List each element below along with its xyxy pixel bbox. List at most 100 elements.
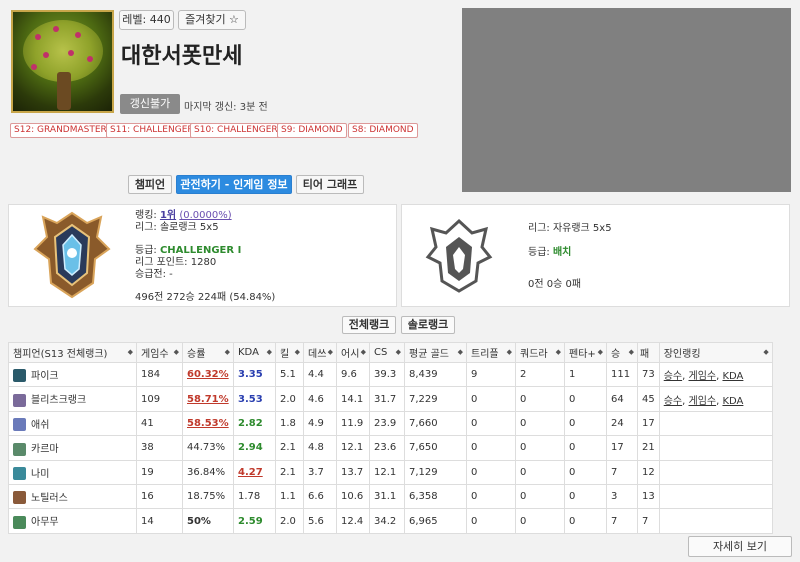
quadra-cell: 2 [515, 361, 565, 388]
mastery-rank-cell [658, 483, 773, 510]
amumu-icon [13, 515, 26, 529]
kda-cell: 2.94 [238, 442, 263, 454]
solo-grade-value: CHALLENGER I [159, 245, 242, 256]
wins-cell: 7 [606, 508, 638, 534]
games-cell: 19 [136, 459, 183, 485]
losses-cell: 73 [637, 361, 660, 388]
sort-icon: ◆ [266, 348, 272, 356]
table-row[interactable]: 아무무 14 50% 2.59 2.0 5.6 12.4 34.2 6,965 … [8, 508, 773, 534]
last-update-text: 마지막 갱신: 3분 전 [184, 102, 268, 113]
col-deaths[interactable]: 데쓰 ◆ [303, 342, 337, 363]
quadra-cell: 0 [515, 508, 565, 534]
summoner-name: 대한서폿만세 [121, 44, 243, 69]
mastery-wins-link[interactable]: 승수 [664, 396, 682, 407]
deaths-cell: 3.7 [303, 459, 337, 485]
kills-cell: 2.1 [275, 459, 304, 485]
champion-name: 파이크 [31, 370, 59, 382]
champion-stats-table: 챔피언(S13 전체랭크) ◆ 게임수 ◆ 승률 ◆ KDA ◆ 킬 ◆ 데쓰 ◆ 어시 ◆ … [8, 342, 773, 534]
flex-grade: 등급: 배치 [528, 247, 571, 259]
col-losses[interactable]: 패 [637, 342, 660, 363]
col-label: 승 [611, 349, 621, 360]
mastery-kda-link[interactable]: KDA [722, 371, 743, 382]
quadra-cell: 0 [515, 435, 565, 461]
solo-grade-label: 등급: [135, 245, 160, 256]
tab-champion[interactable]: 챔피언 [128, 175, 172, 194]
cs-cell: 23.6 [369, 435, 405, 461]
mastery-games-link[interactable]: 게임수 [689, 371, 717, 382]
tier-history-badge: S11: CHALLENGER [106, 123, 198, 138]
tier-history-badge: S9: DIAMOND [277, 123, 347, 138]
sort-icon: ◆ [127, 348, 133, 356]
winrate-cell: 44.73% [182, 435, 234, 461]
col-wins[interactable]: 승 ◆ [606, 342, 638, 363]
sort-icon: ◆ [457, 348, 463, 356]
col-winrate[interactable]: 승률 ◆ [182, 342, 234, 363]
tab-spectate[interactable]: 관전하기 - 인게임 정보 [176, 175, 292, 194]
kda-cell: 4.27 [238, 466, 263, 478]
mastery-wins-link[interactable]: 승수 [664, 371, 682, 382]
kills-cell: 1.1 [275, 483, 304, 510]
summoner-page: 레벨: 440 즐겨찾기 ☆ 대한서폿만세 갱신불가 마지막 갱신: 3분 전 … [0, 0, 800, 562]
col-triple[interactable]: 트리플 ◆ [466, 342, 516, 363]
quadra-cell: 0 [515, 386, 565, 412]
solo-rank-filter-button[interactable]: 솔로랭크 [401, 316, 455, 334]
penta-cell: 0 [564, 435, 607, 461]
table-row[interactable]: 나미 19 36.84% 4.27 2.1 3.7 13.7 12.1 7,12… [8, 459, 773, 485]
gold-cell: 8,439 [404, 361, 467, 388]
col-quadra[interactable]: 쿼드라 ◆ [515, 342, 565, 363]
col-penta[interactable]: 펜타+ ◆ [564, 342, 607, 363]
triple-cell: 0 [466, 410, 516, 437]
tier-history-badge: S8: DIAMOND [348, 123, 418, 138]
table-row[interactable]: 노틸러스 16 18.75% 1.78 1.1 6.6 10.6 31.1 6,… [8, 483, 773, 510]
col-mastery-rank[interactable]: 장인랭킹 ◆ [658, 342, 773, 363]
view-details-button[interactable]: 자세히 보기 [688, 536, 792, 557]
table-row[interactable]: 애쉬 41 58.53% 2.82 1.8 4.9 11.9 23.9 7,66… [8, 410, 773, 437]
kda-cell: 3.35 [238, 369, 263, 381]
kills-cell: 2.1 [275, 435, 304, 461]
col-label: 쿼드라 [520, 349, 548, 360]
mastery-rank-cell: 승수, 게임수, KDA [658, 386, 773, 412]
col-label: KDA [238, 347, 259, 358]
col-gold[interactable]: 평균 골드 ◆ [404, 342, 467, 363]
solo-rank-link[interactable]: 1위 [160, 210, 176, 221]
renew-button[interactable]: 갱신불가 [120, 94, 180, 114]
blitzcrank-icon [13, 393, 26, 407]
table-row[interactable]: 블리츠크랭크 109 58.71% 3.53 2.0 4.6 14.1 31.7… [8, 386, 773, 412]
all-rank-filter-button[interactable]: 전체랭크 [342, 316, 396, 334]
col-games[interactable]: 게임수 ◆ [136, 342, 183, 363]
sort-icon: ◆ [597, 348, 603, 356]
penta-cell: 1 [564, 361, 607, 388]
table-row[interactable]: 파이크 184 60.32% 3.35 5.1 4.4 9.6 39.3 8,4… [8, 361, 773, 388]
assists-cell: 11.9 [336, 410, 370, 437]
kills-cell: 1.8 [275, 410, 304, 437]
col-kda[interactable]: KDA ◆ [233, 342, 276, 363]
col-cs[interactable]: CS ◆ [369, 342, 405, 363]
pyke-icon [13, 369, 26, 383]
games-cell: 41 [136, 410, 183, 437]
favorite-button[interactable]: 즐겨찾기 ☆ [178, 10, 246, 30]
col-kills[interactable]: 킬 ◆ [275, 342, 304, 363]
solo-rank-pct[interactable]: (0.0000%) [179, 210, 231, 221]
profile-icon [11, 10, 114, 113]
games-cell: 109 [136, 386, 183, 412]
wins-cell: 7 [606, 459, 638, 485]
penta-cell: 0 [564, 410, 607, 437]
games-cell: 184 [136, 361, 183, 388]
solo-points: 리그 포인트: 1280 [135, 257, 217, 268]
losses-cell: 12 [637, 459, 660, 485]
assists-cell: 13.7 [336, 459, 370, 485]
mastery-rank-cell [658, 435, 773, 461]
col-label: 챔피언(S13 전체랭크) [13, 349, 108, 360]
wins-cell: 17 [606, 435, 638, 461]
tab-tier-graph[interactable]: 티어 그래프 [296, 175, 364, 194]
deaths-cell: 5.6 [303, 508, 337, 534]
unranked-emblem-icon [425, 218, 493, 293]
mastery-kda-link[interactable]: KDA [722, 396, 743, 407]
challenger-emblem-icon [33, 211, 111, 299]
col-assists[interactable]: 어시 ◆ [336, 342, 370, 363]
col-champion[interactable]: 챔피언(S13 전체랭크) ◆ [8, 342, 137, 363]
solo-rank-label: 랭킹: [135, 210, 160, 221]
mastery-games-link[interactable]: 게임수 [689, 396, 717, 407]
table-row[interactable]: 카르마 38 44.73% 2.94 2.1 4.8 12.1 23.6 7,6… [8, 435, 773, 461]
cs-cell: 12.1 [369, 459, 405, 485]
